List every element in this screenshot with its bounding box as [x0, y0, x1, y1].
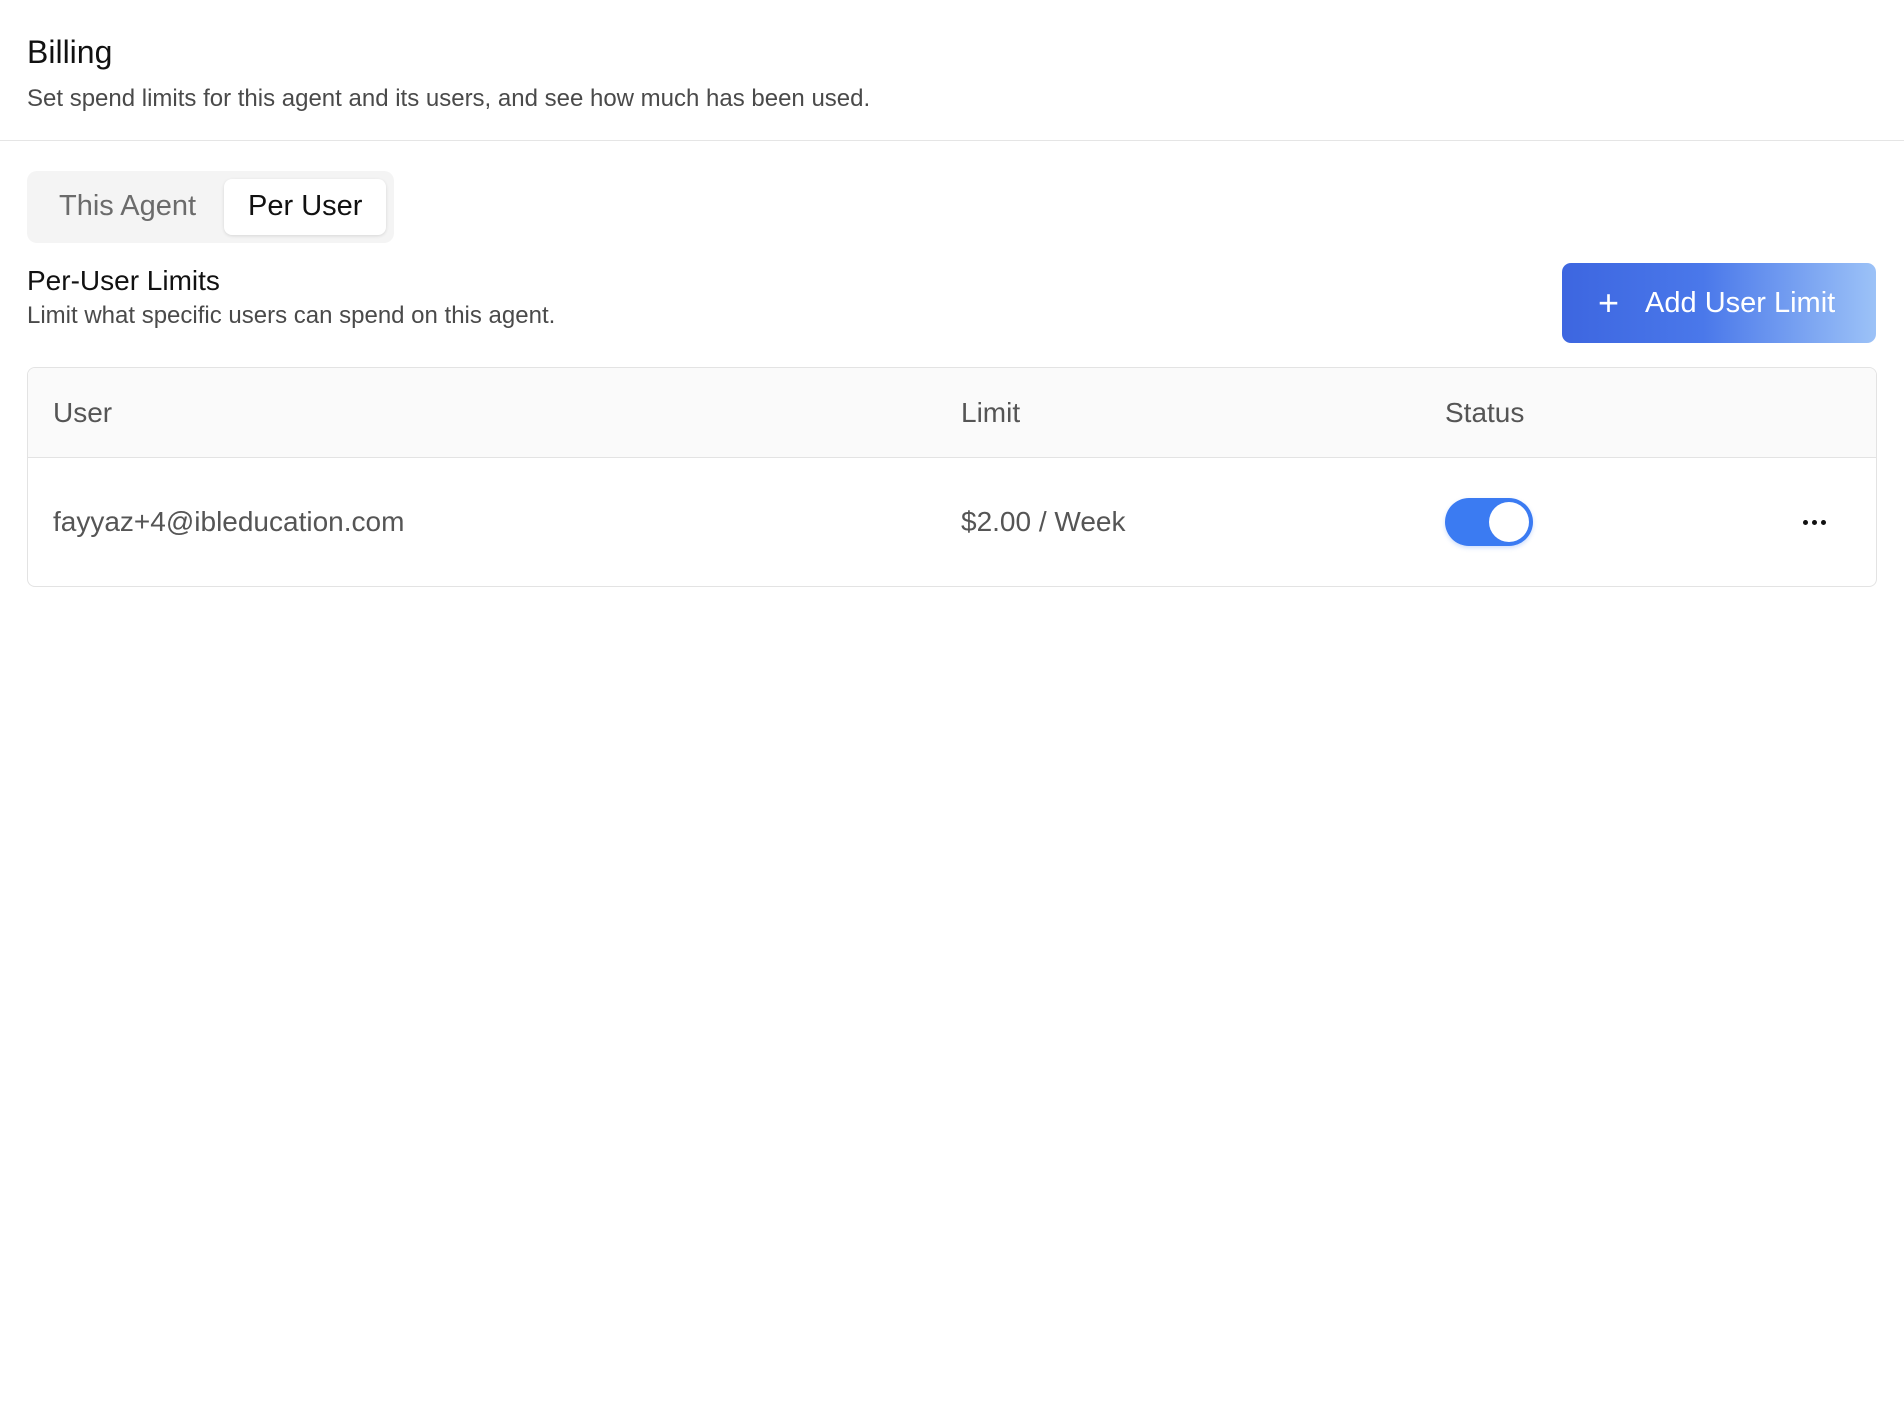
table-row: fayyaz+4@ibleducation.com $2.00 / Week — [28, 458, 1876, 586]
page-subtitle: Set spend limits for this agent and its … — [27, 85, 871, 112]
status-cell — [1445, 498, 1745, 546]
content: This Agent Per User Per-User Limits Limi… — [0, 141, 1904, 587]
section-title: Per-User Limits — [27, 265, 220, 296]
more-dot — [1803, 519, 1808, 525]
column-header-user: User — [53, 396, 113, 428]
section-text: Per-User Limits Limit what specific user… — [27, 265, 555, 331]
tab-per-user[interactable]: Per User — [224, 179, 387, 235]
more-horizontal-icon[interactable] — [1797, 514, 1832, 531]
section-header: Per-User Limits Limit what specific user… — [27, 263, 1877, 343]
section-subtitle: Limit what specific users can spend on t… — [27, 302, 556, 329]
table-header: User Limit Status — [28, 368, 1876, 458]
user-email: fayyaz+4@ibleducation.com — [53, 506, 405, 537]
toggle-knob — [1489, 502, 1529, 542]
add-user-limit-button[interactable]: + Add User Limit — [1562, 263, 1876, 343]
page-title: Billing — [27, 34, 113, 70]
tab-this-agent[interactable]: This Agent — [35, 179, 220, 235]
status-toggle[interactable] — [1445, 498, 1533, 546]
user-limit-value: $2.00 / Week — [961, 506, 1126, 537]
user-limits-table: User Limit Status fayyaz+4@ibleducation.… — [27, 367, 1877, 587]
actions-cell — [1745, 514, 1876, 531]
add-user-limit-label: Add User Limit — [1645, 286, 1836, 319]
billing-tabs: This Agent Per User — [27, 171, 395, 243]
more-dot — [1812, 519, 1817, 525]
column-header-limit: Limit — [961, 396, 1021, 428]
page-header: Billing Set spend limits for this agent … — [0, 0, 1904, 141]
more-dot — [1821, 519, 1826, 525]
plus-icon: + — [1598, 282, 1620, 323]
column-header-status: Status — [1445, 396, 1525, 428]
